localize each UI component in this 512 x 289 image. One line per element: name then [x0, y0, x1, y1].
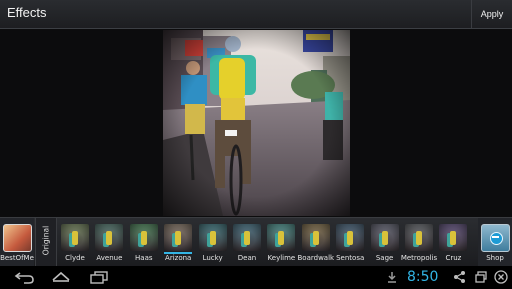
filter-thumbnail [233, 224, 261, 251]
shop-label: Shop [486, 254, 504, 262]
filter-strip: BestOfMe Original Clyde Avenue Haas Arizona… [0, 217, 512, 267]
filter-thumbnail [336, 224, 365, 251]
filter-thumbnail [95, 224, 124, 251]
action-bar: Effects Apply [0, 0, 512, 29]
close-icon[interactable] [494, 270, 508, 284]
filter-thumbnail [198, 224, 227, 251]
filter-thumbnail [301, 224, 330, 251]
filter-thumbnail [405, 224, 433, 251]
clock: 8:50 [407, 269, 439, 285]
filter-thumbnail [164, 224, 193, 251]
back-icon[interactable] [14, 269, 36, 285]
filter-item-cruz[interactable]: Cruz [436, 218, 470, 267]
filter-thumbnail-figure [175, 231, 182, 245]
navigation-bar: 8:50 [0, 266, 512, 289]
filter-thumbnail-figure [106, 231, 113, 245]
filter-thumbnail [61, 224, 89, 251]
filter-thumbnail [370, 224, 399, 251]
filter-thumbnail [267, 224, 296, 251]
screen-icon[interactable] [474, 270, 488, 284]
filter-thumbnail-figure [140, 231, 147, 245]
filter-thumbnail-figure [450, 231, 457, 245]
filter-thumbnail-figure [416, 231, 422, 245]
photo-preview-area [0, 29, 512, 217]
home-icon[interactable] [50, 269, 72, 285]
original-label: Original [41, 225, 51, 256]
filter-thumbnail-figure [381, 231, 388, 245]
share-icon[interactable] [453, 270, 467, 284]
bestofme-label: BestOfMe [0, 254, 34, 262]
page-title: Effects [7, 5, 47, 20]
shop-item[interactable]: Shop [478, 218, 512, 267]
recent-apps-icon[interactable] [88, 269, 110, 285]
apply-button[interactable]: Apply [471, 0, 512, 28]
filter-thumbnail-figure [278, 231, 285, 245]
filter-thumbnail-figure [72, 231, 78, 245]
filter-thumbnail-figure [347, 231, 354, 245]
bestofme-item[interactable]: BestOfMe [0, 218, 34, 267]
filter-thumbnail [129, 224, 158, 251]
shop-icon [481, 224, 510, 252]
bestofme-thumbnail-icon [3, 224, 32, 252]
download-icon [388, 272, 396, 283]
photo-preview [163, 30, 350, 216]
filter-list: Clyde Avenue Haas Arizona Lucky Dean Keylime Bo… [58, 218, 478, 267]
filter-thumbnail [439, 224, 468, 251]
filter-label: Cruz [445, 254, 462, 262]
filter-thumbnail-figure [209, 231, 216, 245]
filter-thumbnail-figure [244, 231, 250, 245]
filter-thumbnail-figure [312, 231, 319, 245]
